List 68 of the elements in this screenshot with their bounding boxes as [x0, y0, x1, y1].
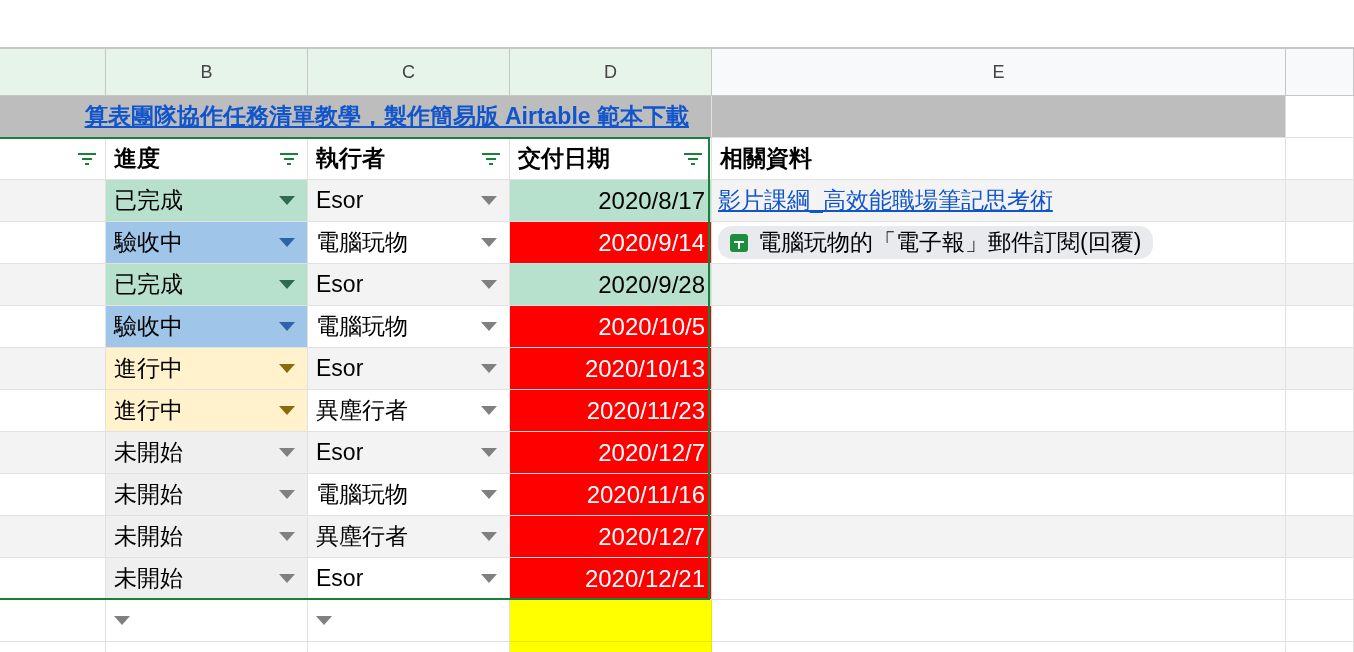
- assignee-dropdown[interactable]: Esor: [308, 348, 510, 390]
- status-dropdown[interactable]: 未開始: [106, 432, 308, 474]
- dropdown-arrow-icon[interactable]: [279, 574, 295, 583]
- filter-icon[interactable]: [481, 151, 501, 166]
- date-cell: 2020/9/14: [510, 222, 712, 264]
- dropdown-arrow-icon[interactable]: [316, 616, 332, 625]
- date-cell: 2020/9/28: [510, 264, 712, 306]
- dropdown-arrow-icon[interactable]: [481, 448, 497, 457]
- dropdown-arrow-icon[interactable]: [481, 406, 497, 415]
- assignee-dropdown[interactable]: Esor: [308, 264, 510, 306]
- status-dropdown[interactable]: 驗收中: [106, 306, 308, 348]
- status-dropdown[interactable]: 驗收中: [106, 222, 308, 264]
- dropdown-arrow-icon[interactable]: [279, 196, 295, 205]
- status-dropdown[interactable]: 未開始: [106, 474, 308, 516]
- heading-text: 進度: [114, 144, 160, 173]
- heading-text: 相關資料: [720, 144, 812, 173]
- dropdown-arrow-icon[interactable]: [279, 490, 295, 499]
- status-dropdown[interactable]: 進行中: [106, 390, 308, 432]
- date-cell: 2020/10/5: [510, 306, 712, 348]
- dropdown-arrow-icon[interactable]: [481, 238, 497, 247]
- filter-icon[interactable]: [77, 151, 97, 166]
- dropdown-arrow-icon[interactable]: [279, 448, 295, 457]
- dropdown-arrow-icon[interactable]: [114, 616, 130, 625]
- spreadsheet-icon: [730, 233, 748, 252]
- assignee-dropdown[interactable]: Esor: [308, 432, 510, 474]
- status-dropdown[interactable]: 未開始: [106, 558, 308, 600]
- status-dropdown[interactable]: 已完成: [106, 180, 308, 222]
- dropdown-arrow-icon[interactable]: [279, 322, 295, 331]
- file-chip[interactable]: 電腦玩物的「電子報」郵件訂閱(回覆): [718, 226, 1154, 259]
- table-cell: [1286, 558, 1354, 600]
- status-dropdown[interactable]: 進行中: [106, 348, 308, 390]
- assignee-dropdown[interactable]: Esor: [308, 180, 510, 222]
- dropdown-arrow-icon[interactable]: [481, 532, 497, 541]
- date-cell: 2020/12/7: [510, 516, 712, 558]
- assignee-dropdown[interactable]: 異塵行者: [308, 516, 510, 558]
- dropdown-arrow-icon[interactable]: [481, 322, 497, 331]
- date-cell: 2020/8/17: [510, 180, 712, 222]
- heading-text: 執行者: [316, 144, 385, 173]
- dropdown-arrow-icon[interactable]: [279, 280, 295, 289]
- table-cell: [1286, 348, 1354, 390]
- dropdown-arrow-icon[interactable]: [481, 490, 497, 499]
- dropdown-arrow-icon[interactable]: [481, 574, 497, 583]
- column-header[interactable]: E: [712, 49, 1286, 96]
- table-cell: [1286, 96, 1354, 138]
- filter-icon[interactable]: [683, 151, 703, 166]
- dropdown-arrow-icon[interactable]: [279, 238, 295, 247]
- date-cell: 2020/10/13: [510, 348, 712, 390]
- table-cell: [1286, 516, 1354, 558]
- table-cell: [1286, 600, 1354, 642]
- date-cell: 2020/11/23: [510, 390, 712, 432]
- filter-icon[interactable]: [279, 151, 299, 166]
- heading-text: 交付日期: [518, 144, 610, 173]
- dropdown-arrow-icon[interactable]: [481, 196, 497, 205]
- table-cell: [1286, 264, 1354, 306]
- dropdown-arrow-icon[interactable]: [481, 280, 497, 289]
- column-header[interactable]: D: [510, 49, 712, 96]
- status-dropdown[interactable]: 未開始: [106, 516, 308, 558]
- date-cell: 2020/11/16: [510, 474, 712, 516]
- date-cell: 2020/12/21: [510, 558, 712, 600]
- column-header[interactable]: C: [308, 49, 510, 96]
- dropdown-arrow-icon[interactable]: [481, 364, 497, 373]
- dropdown-arrow-icon[interactable]: [279, 532, 295, 541]
- dropdown-arrow-icon[interactable]: [279, 406, 295, 415]
- column-header[interactable]: B: [106, 49, 308, 96]
- date-cell: 2020/12/7: [510, 432, 712, 474]
- status-dropdown[interactable]: 已完成: [106, 264, 308, 306]
- dropdown-arrow-icon[interactable]: [279, 364, 295, 373]
- table-cell: [1286, 432, 1354, 474]
